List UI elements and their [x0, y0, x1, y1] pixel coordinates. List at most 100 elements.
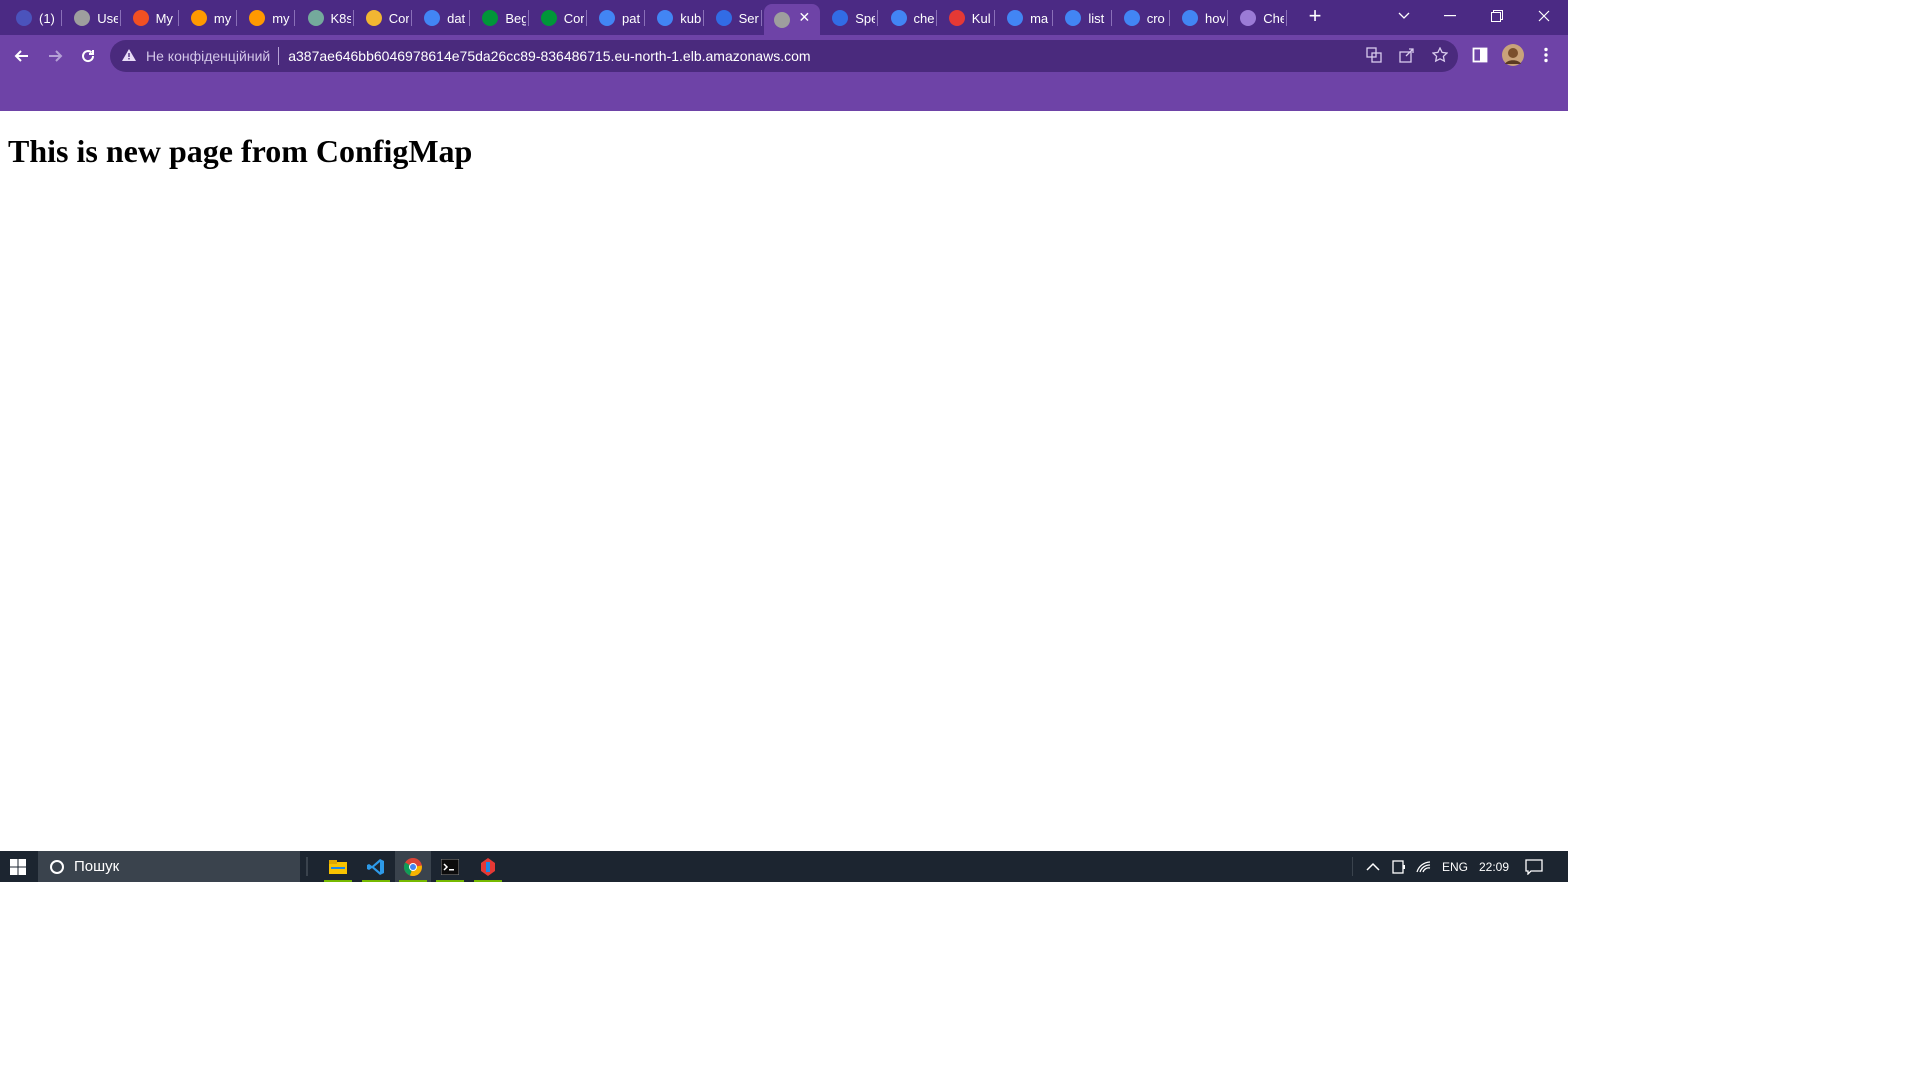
reload-button[interactable] [75, 43, 101, 69]
kebab-menu-icon [1544, 47, 1548, 63]
tab[interactable]: hov [1172, 4, 1229, 32]
kubernetes-icon [715, 10, 732, 26]
tab-title: K8s [330, 10, 351, 26]
tray-overflow-button[interactable] [1366, 851, 1380, 882]
notification-button[interactable] [1525, 851, 1543, 882]
taskbar-file-explorer[interactable] [320, 851, 356, 882]
page-content: This is new page from ConfigMap [0, 111, 1568, 851]
tab[interactable]: My [123, 4, 179, 32]
tray-wifi[interactable] [1416, 851, 1432, 882]
profile-avatar[interactable] [1501, 43, 1525, 67]
page-heading: This is new page from ConfigMap [8, 133, 473, 169]
forward-button[interactable] [42, 43, 68, 69]
globe-icon [74, 10, 91, 26]
close-window-icon[interactable] [1521, 0, 1567, 32]
tab[interactable]: Use [64, 4, 121, 32]
address-bar[interactable]: Не конфіденційний a387ae646bb6046978614e… [110, 40, 1458, 72]
tab[interactable]: Cor [356, 4, 413, 32]
share-icon[interactable] [1397, 47, 1417, 65]
tab-strip: (1) Use My my my K8s Cor dat Beg Cor pat kub Ser ✕ Spe… [0, 0, 1568, 35]
taskbar-search[interactable]: Пошук [38, 851, 300, 882]
side-panel-icon [1472, 47, 1488, 63]
running-indicator [362, 880, 390, 882]
menu-button[interactable] [1534, 43, 1558, 67]
start-button[interactable] [0, 851, 36, 882]
tab[interactable]: cro [1114, 4, 1170, 32]
taskbar-vscode[interactable] [358, 851, 394, 882]
search-icon [50, 859, 64, 874]
app-icon [481, 857, 495, 876]
tab[interactable]: Spe [822, 4, 879, 32]
teams-icon [16, 10, 32, 26]
tab-title: che [913, 10, 934, 26]
tab[interactable]: che [881, 4, 937, 32]
nginx-icon [482, 10, 499, 26]
back-button[interactable] [9, 43, 35, 69]
arrow-left-icon [14, 50, 28, 62]
tab-title: dat [447, 10, 466, 26]
reload-icon [82, 50, 95, 63]
tab[interactable]: Kul [939, 4, 996, 32]
running-indicator [399, 880, 427, 882]
minimize-icon[interactable] [1427, 0, 1473, 32]
tray-network[interactable] [1392, 851, 1406, 882]
tab[interactable]: kub [647, 4, 704, 32]
taskbar: Пошук ENG 22:09 [0, 851, 1568, 882]
tab-separator [1285, 10, 1287, 26]
warning-icon[interactable] [122, 48, 136, 64]
tab[interactable]: my [239, 4, 296, 32]
tab-title: Che [1263, 10, 1284, 26]
google-icon [599, 10, 615, 26]
tab-title: hov [1205, 10, 1226, 26]
kubernetes-icon [832, 10, 849, 26]
url-text[interactable]: a387ae646bb6046978614e75da26cc89-8364867… [288, 48, 810, 64]
tab-title: My [155, 10, 173, 26]
tab[interactable]: list [1055, 4, 1112, 32]
restore-icon[interactable] [1474, 0, 1520, 32]
tab[interactable]: Beg [472, 4, 529, 32]
tab-separator [935, 10, 937, 26]
taskbar-chrome[interactable] [395, 851, 431, 882]
side-panel-button[interactable] [1468, 43, 1492, 67]
running-indicator [324, 880, 352, 882]
tab[interactable]: Cor [531, 4, 587, 32]
tab[interactable]: ✕ [763, 4, 821, 35]
google-icon [1007, 10, 1024, 26]
display-icon [1392, 859, 1405, 874]
tab[interactable]: my [181, 4, 238, 32]
tab[interactable]: ma [997, 4, 1054, 32]
google-icon [1182, 10, 1198, 26]
bookmark-star-icon[interactable] [1430, 46, 1450, 65]
tab-title: ma [1030, 10, 1049, 26]
tab-title: (1) [39, 10, 55, 26]
tab-title: Kul [971, 10, 991, 26]
new-tab-button[interactable]: + [1292, 0, 1338, 32]
tab[interactable]: dat [414, 4, 471, 32]
microsoft-icon [132, 10, 149, 26]
tab[interactable]: Ser [706, 4, 762, 32]
eye-icon [948, 10, 965, 26]
tab-search-icon[interactable] [1381, 0, 1427, 32]
tab[interactable]: K8s [298, 4, 354, 32]
google-icon [657, 10, 674, 26]
tab-separator [877, 10, 879, 26]
tab-separator [585, 10, 587, 26]
tray-clock[interactable]: 22:09 [1479, 851, 1509, 882]
taskbar-terminal[interactable] [432, 851, 468, 882]
tab-separator [1227, 10, 1229, 26]
tab[interactable]: pat [589, 4, 646, 32]
tab[interactable]: (1) [6, 4, 63, 32]
file-explorer-icon [329, 859, 347, 874]
taskbar-app[interactable] [470, 851, 506, 882]
close-tab-icon[interactable]: ✕ [798, 9, 810, 26]
tray-divider [1352, 857, 1353, 876]
tab-title: list [1088, 10, 1105, 26]
avatar-icon [1502, 44, 1524, 66]
running-indicator [474, 880, 502, 882]
tab-separator [527, 10, 529, 26]
translate-icon[interactable] [1364, 47, 1384, 65]
tray-language[interactable]: ENG [1442, 851, 1468, 882]
tab-separator [469, 10, 471, 26]
security-status-text[interactable]: Не конфіденційний [146, 48, 270, 64]
tab[interactable]: Che [1230, 4, 1287, 32]
